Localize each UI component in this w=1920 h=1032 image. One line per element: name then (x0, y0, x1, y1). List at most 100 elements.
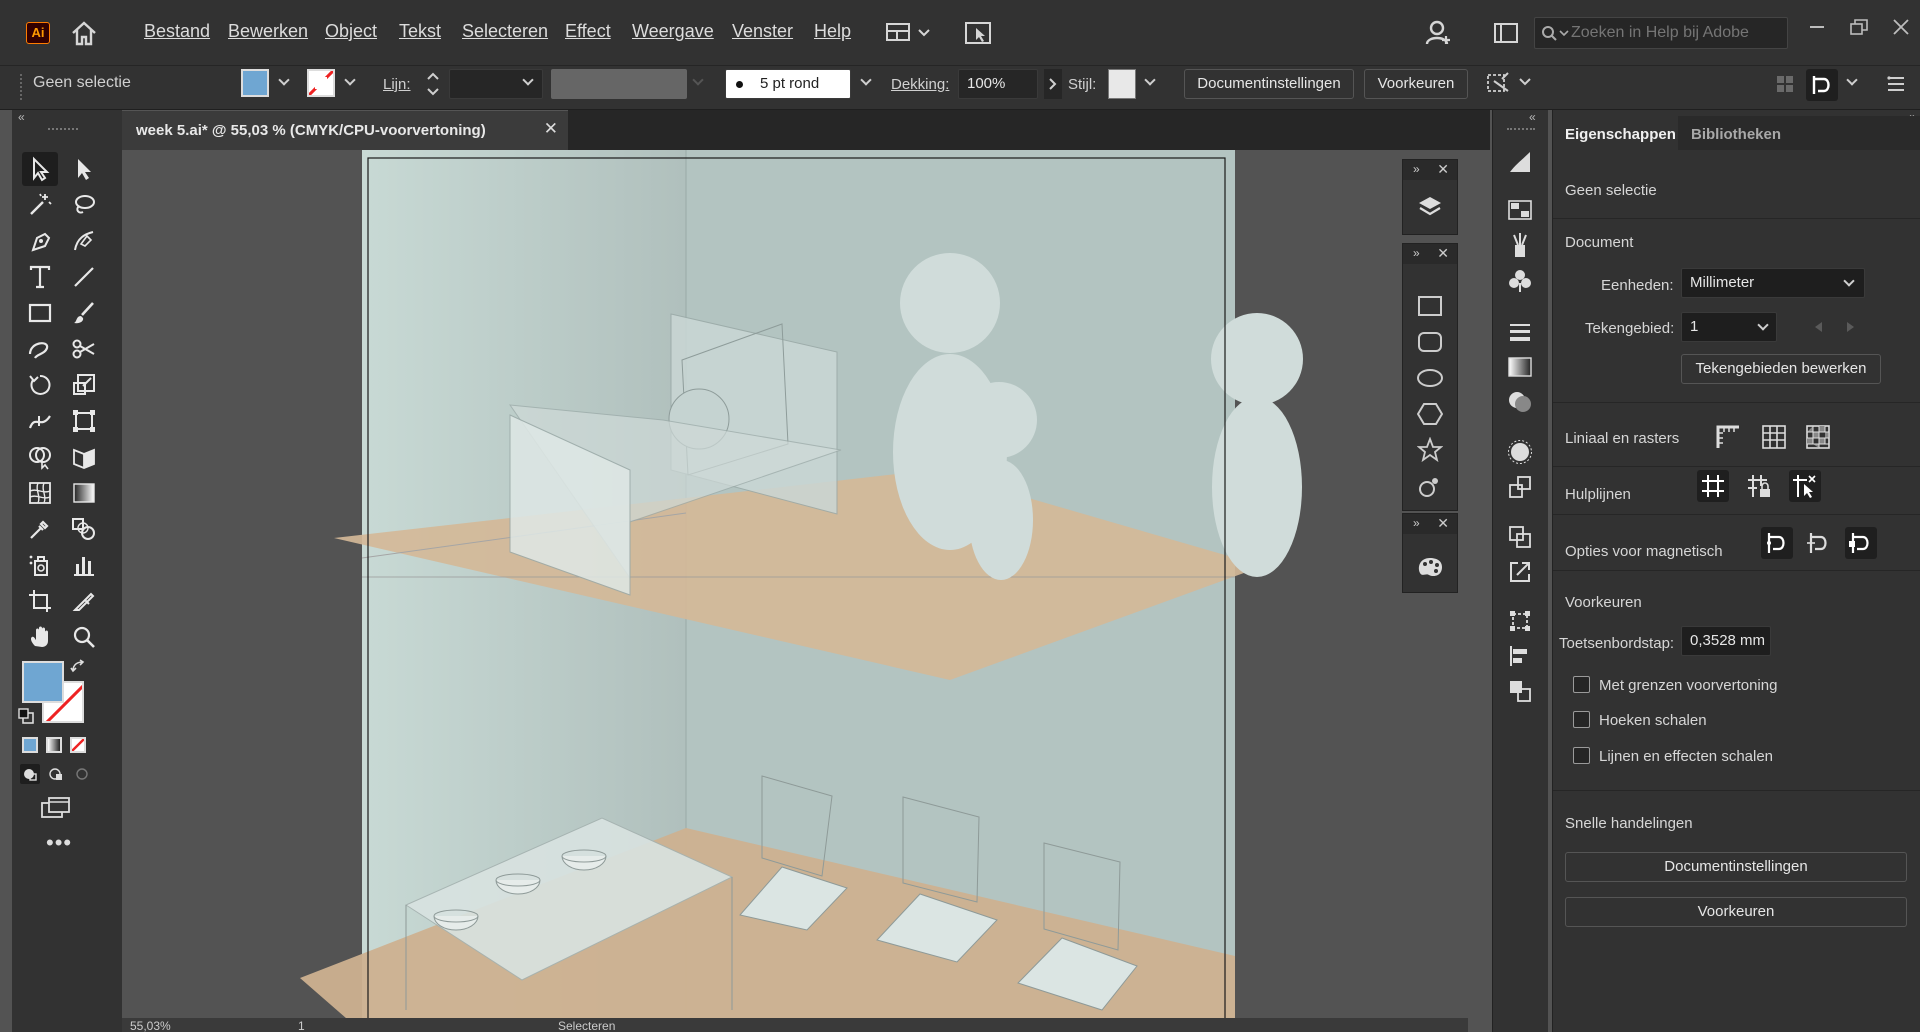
curvature-tool-icon[interactable] (66, 224, 102, 258)
brush-definition-field[interactable]: 5 pt rond (725, 69, 851, 99)
menu-bewerken[interactable]: Bewerken (228, 21, 308, 42)
menu-venster[interactable]: Venster (732, 21, 793, 42)
scale-strokes-checkbox[interactable] (1573, 747, 1590, 764)
menu-bestand[interactable]: Bestand (144, 21, 210, 42)
star-shape-icon[interactable] (1415, 435, 1445, 465)
menu-object[interactable]: Object (325, 21, 377, 42)
gradient-tool-icon[interactable] (66, 476, 102, 510)
stroke-dropdown-icon[interactable] (344, 74, 356, 86)
document-settings-button[interactable]: Documentinstellingen (1184, 69, 1354, 99)
fill-dropdown-icon[interactable] (278, 74, 290, 86)
rectangle-shape-icon[interactable] (1415, 291, 1445, 321)
draw-behind-icon[interactable] (46, 764, 66, 787)
expand-icon[interactable]: » (1413, 246, 1420, 260)
stroke-weight-stepper[interactable] (422, 68, 444, 100)
opacity-arrow-icon[interactable] (1044, 69, 1062, 99)
align-grid-icon[interactable] (1776, 75, 1794, 96)
brushes-icon[interactable] (1505, 230, 1535, 260)
hand-tool-icon[interactable] (22, 620, 58, 654)
direct-selection-tool-icon[interactable] (66, 152, 102, 186)
type-tool-icon[interactable] (22, 260, 58, 294)
close-icon[interactable]: ✕ (1437, 515, 1449, 532)
snap-options-icon[interactable] (1806, 69, 1838, 101)
flare-shape-icon[interactable] (1415, 471, 1445, 501)
eyedropper-tool-icon[interactable] (22, 512, 58, 546)
scale-corners-checkbox[interactable] (1573, 711, 1590, 728)
help-search-input[interactable] (1571, 22, 1781, 44)
magic-wand-tool-icon[interactable] (22, 188, 58, 222)
artboard-navigation-field[interactable]: 1 (298, 1019, 305, 1032)
variable-width-profile[interactable] (551, 69, 687, 99)
expand-icon[interactable]: » (1413, 516, 1420, 530)
panel-toggle-icon[interactable] (1494, 23, 1518, 46)
layers-strip-icon[interactable] (1505, 676, 1535, 706)
zoom-tool-icon[interactable] (66, 620, 102, 654)
toolbar-grip[interactable] (48, 128, 78, 132)
minimize-button[interactable] (1810, 26, 1824, 28)
ruler-icon[interactable] (1715, 424, 1741, 453)
symbol-sprayer-tool-icon[interactable] (22, 548, 58, 582)
scale-tool-icon[interactable] (66, 368, 102, 402)
gradient-panel-icon[interactable] (1505, 352, 1535, 382)
quick-document-settings-button[interactable]: Documentinstellingen (1565, 852, 1907, 882)
menu-weergave[interactable]: Weergave (632, 21, 714, 42)
snap-to-point-icon[interactable] (1761, 527, 1793, 559)
fill-color-box[interactable] (22, 661, 64, 703)
style-swatch[interactable] (1108, 69, 1136, 99)
user-account-icon[interactable] (1424, 18, 1454, 51)
style-dropdown-icon[interactable] (1144, 74, 1156, 86)
opacity-label[interactable]: Dekking: (891, 76, 949, 93)
snap-to-glyph-icon[interactable] (1803, 527, 1835, 559)
menu-effect[interactable]: Effect (565, 21, 611, 42)
symbols-icon[interactable] (1505, 266, 1535, 296)
smart-guides-icon[interactable] (1789, 470, 1821, 502)
artwork[interactable] (122, 150, 1468, 1032)
graphic-styles-icon[interactable] (1505, 472, 1535, 502)
appearance-icon[interactable] (1505, 437, 1535, 467)
properties-icon[interactable] (1505, 147, 1535, 177)
free-transform-tool-icon[interactable] (66, 404, 102, 438)
screen-mode-icon[interactable] (40, 796, 72, 823)
panel-header[interactable]: » ✕ (1403, 514, 1457, 534)
next-artboard-icon[interactable] (1847, 322, 1854, 332)
default-fill-stroke-icon[interactable] (18, 708, 34, 727)
units-select[interactable]: Millimeter (1681, 268, 1865, 298)
shape-builder-tool-icon[interactable] (22, 440, 58, 474)
expand-icon[interactable]: » (1413, 162, 1420, 176)
layers-icon[interactable] (1415, 192, 1445, 222)
swap-fill-stroke-icon[interactable] (70, 659, 86, 678)
polygon-shape-icon[interactable] (1415, 399, 1445, 429)
color-mode-icon[interactable] (22, 737, 38, 753)
pathfinder-icon[interactable] (1505, 522, 1535, 552)
collapse-toolbar-icon[interactable]: « (18, 110, 25, 124)
grip-handle[interactable] (20, 74, 22, 100)
close-icon[interactable]: ✕ (1437, 245, 1449, 262)
app-logo[interactable]: Ai (26, 22, 50, 44)
previous-artboard-icon[interactable] (1815, 322, 1822, 332)
show-guides-icon[interactable] (1697, 470, 1729, 502)
close-icon[interactable]: ✕ (1437, 161, 1449, 178)
zoom-level-field[interactable]: 55,03% (130, 1019, 171, 1032)
selection-tool-icon[interactable] (22, 152, 58, 186)
export-icon[interactable] (1505, 557, 1535, 587)
menu-tekst[interactable]: Tekst (399, 21, 441, 42)
opacity-field[interactable]: 100% (958, 69, 1038, 99)
grid-icon[interactable] (1761, 424, 1787, 453)
help-search-box[interactable] (1534, 17, 1788, 49)
swatches-icon[interactable] (1505, 195, 1535, 225)
paintbrush-tool-icon[interactable] (66, 296, 102, 330)
keyboard-increment-field[interactable]: 0,3528 mm (1681, 626, 1771, 656)
shaper-tool-icon[interactable] (22, 332, 58, 366)
more-tools-icon[interactable]: ••• (46, 830, 72, 856)
lasso-tool-icon[interactable] (66, 188, 102, 222)
column-graph-tool-icon[interactable] (66, 548, 102, 582)
panel-menu-icon[interactable] (1886, 74, 1906, 97)
scissors-tool-icon[interactable] (66, 332, 102, 366)
draw-normal-icon[interactable] (20, 764, 40, 784)
preview-bounds-checkbox[interactable] (1573, 676, 1590, 693)
perspective-grid-tool-icon[interactable] (66, 440, 102, 474)
draw-inside-icon[interactable] (72, 764, 92, 787)
stroke-swatch[interactable] (307, 69, 335, 97)
line-segment-tool-icon[interactable] (66, 260, 102, 294)
home-icon[interactable] (70, 20, 98, 49)
